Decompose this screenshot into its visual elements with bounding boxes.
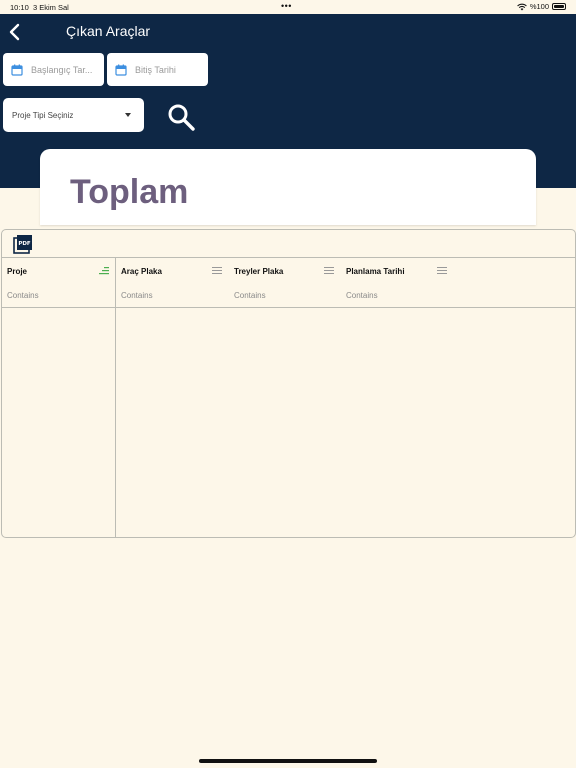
battery-percent: %100	[529, 2, 549, 11]
column-title: Planlama Tarihi	[346, 267, 405, 276]
menu-icon[interactable]	[212, 266, 222, 275]
column-header-treyler-plaka[interactable]: Treyler Plaka Contains	[229, 258, 341, 308]
start-date-placeholder: Başlangıç Tar...	[31, 64, 93, 75]
total-title: Toplam	[70, 173, 189, 211]
status-indicators: %100	[517, 2, 566, 11]
back-chevron-icon[interactable]	[5, 22, 25, 42]
column-filter-input[interactable]: Contains	[7, 291, 39, 300]
data-grid: PDF Proje Contains Araç Plaka Contains T…	[1, 229, 576, 538]
status-date: 3 Ekim Sal	[33, 3, 69, 12]
svg-text:PDF: PDF	[18, 241, 31, 247]
column-header-planlama-tarihi[interactable]: Planlama Tarihi Contains	[341, 258, 453, 308]
home-indicator[interactable]	[199, 759, 377, 763]
grid-header: Proje Contains Araç Plaka Contains Treyl…	[2, 258, 575, 308]
column-header-proje[interactable]: Proje Contains	[2, 258, 115, 308]
column-filter-input[interactable]: Contains	[234, 291, 266, 300]
total-card: Toplam	[40, 149, 536, 225]
column-filter-input[interactable]: Contains	[346, 291, 378, 300]
status-time: 10:10	[10, 3, 29, 12]
calendar-icon	[115, 64, 127, 76]
pdf-export-icon[interactable]: PDF	[13, 234, 33, 254]
start-date-field[interactable]: Başlangıç Tar...	[3, 53, 104, 86]
caret-down-icon	[125, 113, 131, 117]
column-title: Araç Plaka	[121, 267, 162, 276]
filter-active-icon[interactable]	[99, 266, 109, 275]
end-date-field[interactable]: Bitiş Tarihi	[107, 53, 208, 86]
wifi-icon	[517, 3, 527, 10]
end-date-placeholder: Bitiş Tarihi	[135, 64, 176, 75]
column-header-arac-plaka[interactable]: Araç Plaka Contains	[116, 258, 228, 308]
multitasking-dots[interactable]: •••	[281, 1, 292, 11]
column-title: Treyler Plaka	[234, 267, 284, 276]
column-title: Proje	[7, 267, 28, 276]
calendar-icon	[11, 64, 23, 76]
battery-icon	[552, 3, 566, 10]
grid-toolbar: PDF	[2, 230, 575, 258]
status-bar: 10:10 3 Ekim Sal ••• %100	[0, 0, 576, 14]
column-filter-input[interactable]: Contains	[121, 291, 153, 300]
project-type-placeholder: Proje Tipi Seçiniz	[12, 110, 74, 120]
pinned-column-divider	[115, 258, 116, 537]
page-title: Çıkan Araçlar	[66, 23, 151, 39]
search-icon[interactable]	[166, 102, 196, 132]
menu-icon[interactable]	[437, 266, 447, 275]
menu-icon[interactable]	[324, 266, 334, 275]
project-type-select[interactable]: Proje Tipi Seçiniz	[3, 98, 144, 132]
